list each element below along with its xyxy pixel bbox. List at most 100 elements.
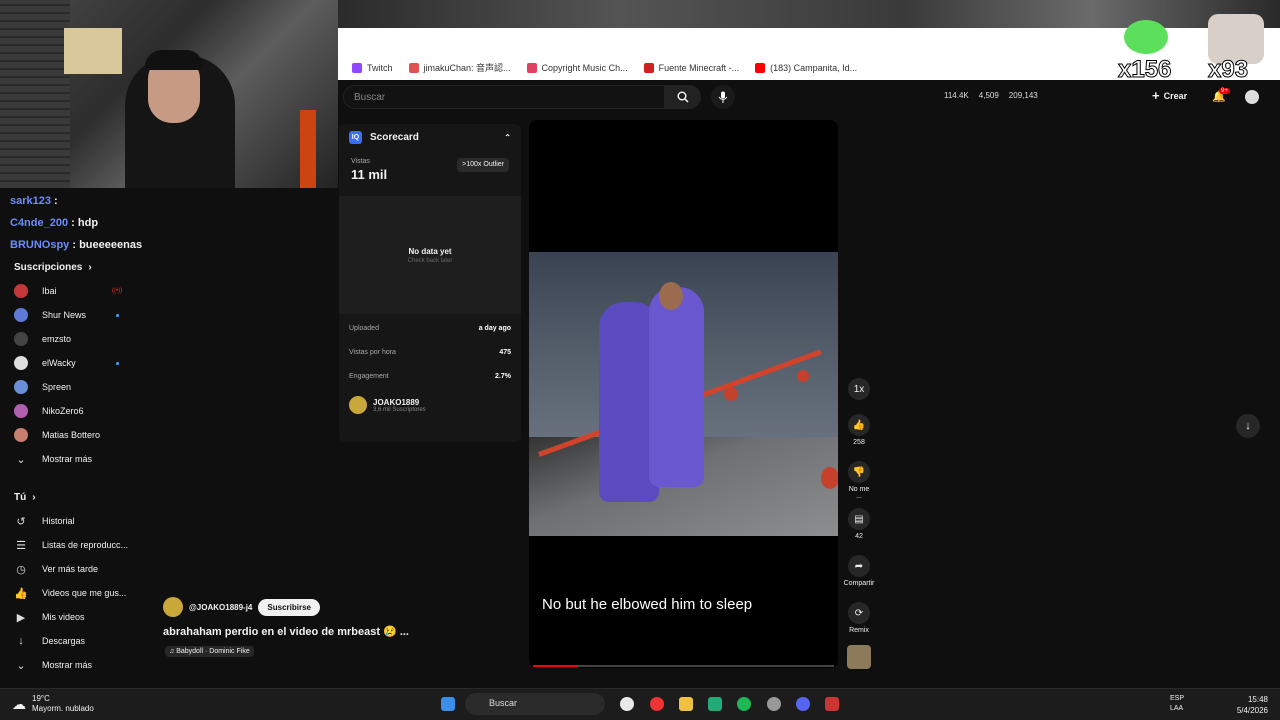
- channel-avatar: [14, 380, 28, 394]
- webcam-wall: [0, 0, 70, 188]
- share-button[interactable]: ➦ Compartir: [842, 555, 876, 587]
- chat-message: C4nde_200 : hdp: [10, 212, 142, 234]
- app-icon[interactable]: [825, 697, 839, 711]
- like-button[interactable]: 👍 258: [845, 414, 873, 446]
- weather-temp: 19°C: [32, 694, 50, 703]
- search-button[interactable]: [665, 85, 701, 109]
- windows-start-icon[interactable]: [441, 697, 455, 711]
- avatar[interactable]: [1245, 90, 1259, 104]
- metric-value: 475: [499, 348, 511, 356]
- like-count: 258: [853, 439, 865, 446]
- scorecard-header[interactable]: IQ Scorecard ⌃: [339, 124, 521, 150]
- channel-handle[interactable]: @JOAKO1889-j4: [189, 603, 252, 612]
- video-ball: [724, 387, 738, 401]
- subscription-item[interactable]: emzsto: [0, 327, 140, 351]
- scorecard-metric-row: Vistas por hora 475: [339, 340, 521, 364]
- scorecard-panel: IQ Scorecard ⌃ Vistas 11 mil >100x Outli…: [339, 124, 521, 442]
- subscription-item[interactable]: NikoZero6: [0, 399, 140, 423]
- metric-value: a day ago: [478, 324, 511, 332]
- metric-label: Vistas por hora: [349, 348, 396, 356]
- bookmark-item[interactable]: Twitch: [344, 62, 401, 73]
- subscription-item[interactable]: elWacky: [0, 351, 140, 375]
- you-item[interactable]: ↓ Descargas: [0, 629, 140, 653]
- chevron-down-icon: ⌄: [16, 659, 26, 672]
- scorecard-channel[interactable]: JOAKO1889 3,6 mil Suscriptores: [339, 388, 521, 422]
- clock-icon: ◷: [16, 563, 26, 576]
- stat-3: 209,143: [1008, 91, 1038, 100]
- chrome-icon[interactable]: [620, 697, 634, 711]
- subscription-name: Spreen: [42, 382, 72, 392]
- bookmark-item[interactable]: Fuente Minecraft -...: [636, 62, 748, 73]
- search-input[interactable]: Buscar: [343, 85, 665, 109]
- clock-time: 15:48: [1247, 695, 1268, 704]
- subscription-item[interactable]: Ibai ((•)): [0, 279, 140, 303]
- subscription-name: Ibai: [42, 286, 57, 296]
- video-ball: [797, 370, 809, 382]
- bookmark-item[interactable]: Copyright Music Ch...: [519, 62, 636, 73]
- video-title[interactable]: abrahaham perdio en el video de mrbeast …: [163, 625, 409, 638]
- spotify-icon[interactable]: [737, 697, 751, 711]
- file-explorer-icon[interactable]: [679, 697, 693, 711]
- voice-search-button[interactable]: [711, 85, 735, 109]
- video-progress-bar[interactable]: [533, 665, 834, 667]
- discord-icon[interactable]: [796, 697, 810, 711]
- music-chip[interactable]: ♫ Babydoll · Dominic Fike: [165, 646, 254, 657]
- you-item[interactable]: ↺ Historial: [0, 509, 140, 533]
- remix-button[interactable]: ⟳ Remix: [845, 602, 873, 634]
- subscribe-button[interactable]: Suscribirse: [258, 598, 320, 616]
- emote-counter-left: x156: [1117, 56, 1172, 84]
- scorecard-metrics: Uploaded a day ago Vistas por hora 475 Engag…: [339, 316, 521, 388]
- views-value: 11 mil: [351, 167, 388, 182]
- create-button[interactable]: + Crear: [1152, 88, 1187, 103]
- taskbar-clock[interactable]: 15:48 5/4/2026: [1226, 694, 1268, 716]
- bookmark-favicon-icon: [352, 62, 362, 73]
- bookmark-item[interactable]: (183) Campanita, Id...: [747, 62, 865, 73]
- you-item[interactable]: ◷ Ver más tarde: [0, 557, 140, 581]
- you-item-label: Descargas: [42, 636, 86, 646]
- stat-1: 114.4K: [944, 91, 969, 100]
- outlier-badge: >100x Outlier: [457, 158, 509, 172]
- xbox-icon[interactable]: [708, 697, 722, 711]
- subscription-item[interactable]: Matias Bottero: [0, 423, 140, 447]
- next-video-button[interactable]: ↓: [1236, 414, 1260, 438]
- dislike-button[interactable]: 👎 No me ...: [845, 461, 873, 500]
- speed-button[interactable]: 1x: [845, 378, 873, 403]
- subscription-item[interactable]: Shur News: [0, 303, 140, 327]
- bookmark-item[interactable]: jimakuChan: 音声認...: [401, 61, 519, 74]
- playlist-icon: ☰: [16, 539, 26, 552]
- shorts-video-player[interactable]: No but he elbowed him to sleep: [529, 120, 838, 668]
- chevron-up-icon[interactable]: ⌃: [504, 133, 511, 142]
- channel-avatar[interactable]: [163, 597, 183, 617]
- show-more-you-button[interactable]: ⌄ Mostrar más: [0, 653, 140, 677]
- you-item[interactable]: ☰ Listas de reproducc...: [0, 533, 140, 557]
- video-progress-fill: [533, 665, 579, 667]
- subscription-item[interactable]: Spreen: [0, 375, 140, 399]
- chat-username: BRUNOspy: [10, 239, 70, 251]
- language-indicator[interactable]: ESP LAA: [1170, 694, 1184, 714]
- mic-icon: [718, 91, 728, 103]
- views-label: Vistas: [351, 158, 370, 165]
- video-caption: No but he elbowed him to sleep: [542, 596, 753, 613]
- bookmark-label: Fuente Minecraft -...: [658, 62, 740, 73]
- weather-widget[interactable]: ☁ 19°C Mayorm. nublado: [12, 694, 94, 714]
- you-header[interactable]: Tú ›: [0, 485, 140, 509]
- comments-button[interactable]: ▤ 42: [845, 508, 873, 540]
- bookmark-favicon-icon: [755, 62, 766, 73]
- opera-icon[interactable]: [650, 697, 664, 711]
- video-ball: [821, 467, 838, 489]
- you-item-label: Ver más tarde: [42, 564, 99, 574]
- channel-avatar: [14, 404, 28, 418]
- check-back-text: Check back later: [407, 257, 453, 264]
- stat-2: 4,509: [978, 91, 999, 100]
- app-icon[interactable]: [767, 697, 781, 711]
- webcam-overlay: [0, 0, 338, 188]
- audio-thumbnail[interactable]: [847, 645, 871, 669]
- taskbar-search[interactable]: Buscar: [465, 693, 605, 715]
- music-label: Babydoll · Dominic Fike: [176, 648, 250, 655]
- subscriptions-header[interactable]: Suscripciones ›: [0, 255, 140, 279]
- share-label: Compartir: [843, 580, 875, 587]
- thumbs-down-icon: 👎: [848, 461, 870, 483]
- you-item[interactable]: 👍 Videos que me gus...: [0, 581, 140, 605]
- show-more-subs-button[interactable]: ⌄ Mostrar más: [0, 447, 140, 471]
- you-item[interactable]: ▶ Mis videos: [0, 605, 140, 629]
